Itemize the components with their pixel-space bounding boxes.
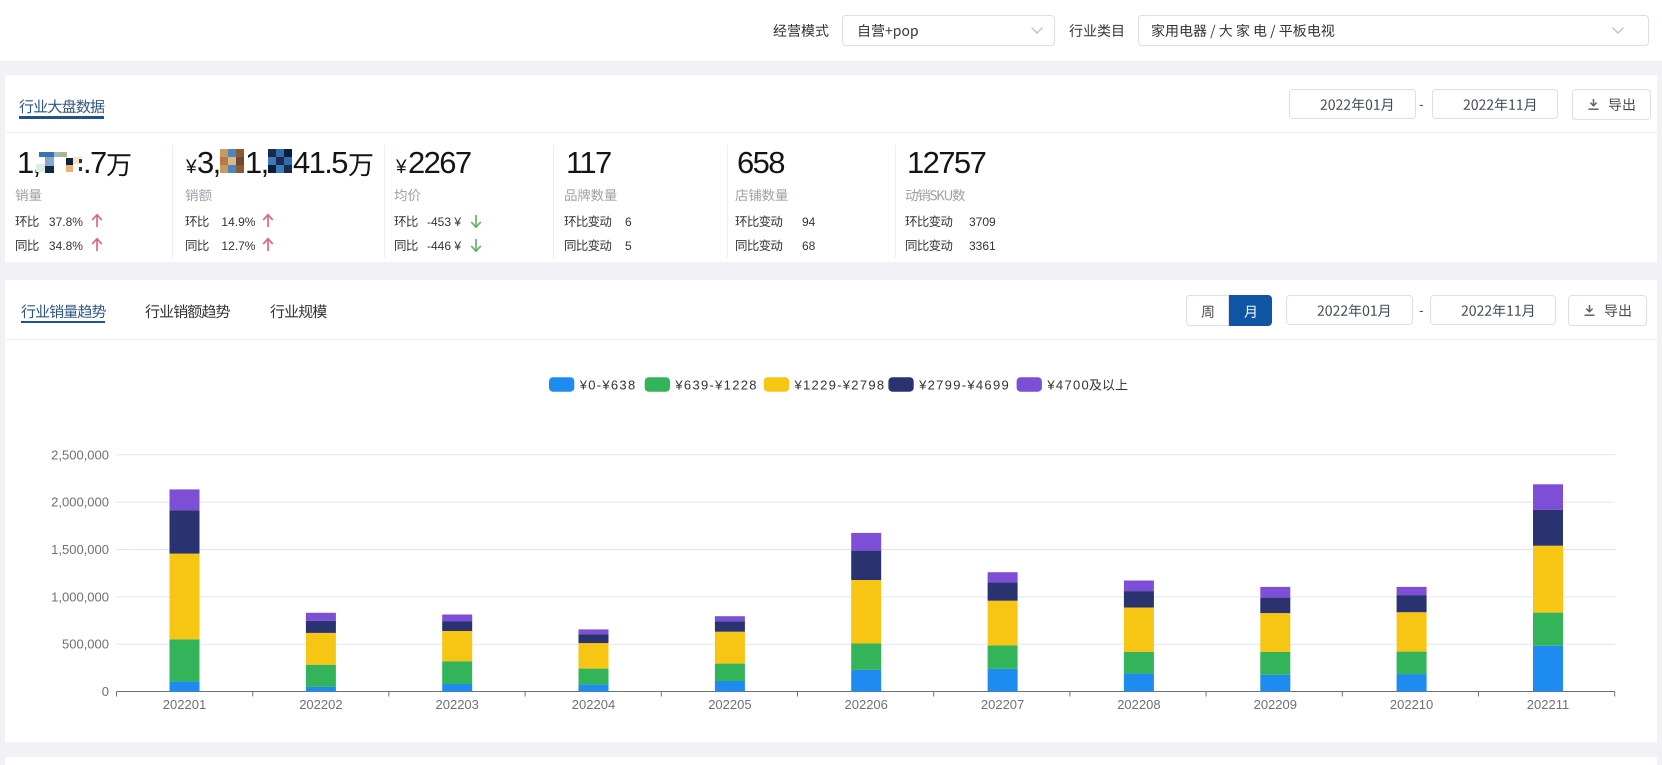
svg-text:202206: 202206 [845,697,888,712]
svg-text:¥639-¥1228: ¥639-¥1228 [674,378,757,393]
svg-text:¥4700: ¥4700 [1046,378,1090,393]
svg-text:202201: 202201 [163,697,206,712]
svg-text:1,000,000: 1,000,000 [51,589,109,604]
svg-text:0: 0 [102,684,109,699]
svg-text:202207: 202207 [981,697,1024,712]
svg-text:¥1229-¥2798: ¥1229-¥2798 [794,378,886,393]
svg-text:202204: 202204 [572,697,615,712]
svg-text:202203: 202203 [436,697,479,712]
svg-text:202210: 202210 [1390,697,1433,712]
svg-text:202205: 202205 [708,697,751,712]
svg-text:2,500,000: 2,500,000 [51,447,109,462]
svg-text:202202: 202202 [299,697,342,712]
svg-text:500,000: 500,000 [62,637,109,652]
svg-text:202209: 202209 [1254,697,1297,712]
svg-text:202211: 202211 [1527,697,1569,712]
svg-text:¥2799-¥4699: ¥2799-¥4699 [918,378,1010,393]
svg-text:1,500,000: 1,500,000 [51,542,109,557]
svg-text:2,000,000: 2,000,000 [51,495,109,510]
svg-text:202208: 202208 [1117,697,1160,712]
svg-text:¥0-¥638: ¥0-¥638 [579,378,637,393]
